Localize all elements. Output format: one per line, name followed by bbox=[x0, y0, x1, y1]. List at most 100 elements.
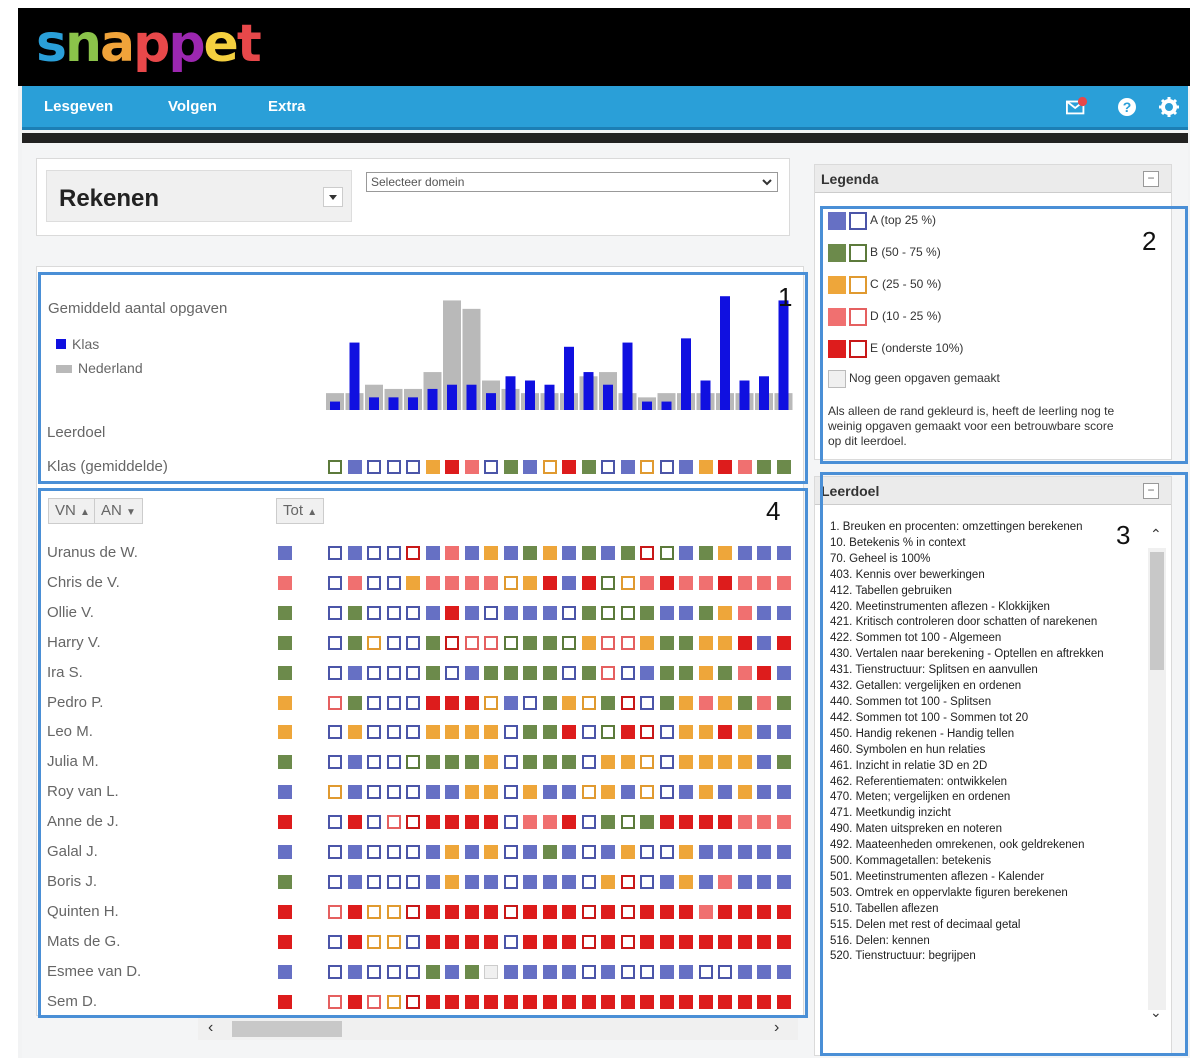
score-cell-outline-A[interactable] bbox=[386, 874, 401, 889]
score-cell-D[interactable] bbox=[347, 575, 362, 590]
score-cell-outline-A[interactable] bbox=[367, 845, 381, 859]
score-cell-A[interactable] bbox=[737, 964, 752, 979]
score-cell-outline-D[interactable] bbox=[328, 904, 342, 919]
score-cell-C[interactable] bbox=[698, 755, 713, 770]
score-cell-B[interactable] bbox=[659, 665, 674, 680]
score-cell-outline-C[interactable] bbox=[620, 575, 635, 590]
score-cell-outline-D[interactable] bbox=[484, 635, 498, 650]
goal-item[interactable]: 450. Handig rekenen - Handig tellen bbox=[830, 727, 1142, 743]
score-cell-A[interactable] bbox=[425, 546, 440, 560]
score-cell-E[interactable] bbox=[659, 815, 674, 830]
minimize-icon[interactable]: − bbox=[1143, 171, 1159, 187]
goal-item[interactable]: 471. Meetkundig inzicht bbox=[830, 806, 1142, 822]
score-cell-outline-A[interactable] bbox=[406, 934, 420, 949]
score-cell-E[interactable] bbox=[542, 904, 557, 919]
score-cell-outline-A[interactable] bbox=[581, 874, 596, 889]
score-cell-A[interactable] bbox=[757, 755, 771, 770]
goal-item[interactable]: 520. Tienstructuur: begrijpen bbox=[830, 949, 1142, 965]
goal-item[interactable]: 515. Delen met rest of decimaal getal bbox=[830, 918, 1142, 934]
score-cell-E[interactable] bbox=[464, 934, 479, 949]
score-cell-A[interactable] bbox=[347, 665, 362, 680]
score-cell-B[interactable] bbox=[523, 546, 537, 560]
score-cell-D[interactable] bbox=[737, 605, 752, 620]
score-cell-outline-A[interactable] bbox=[367, 874, 381, 889]
student-name[interactable]: Chris de V. bbox=[47, 574, 120, 591]
score-cell-E[interactable] bbox=[523, 934, 537, 949]
score-cell-outline-A[interactable] bbox=[581, 755, 596, 770]
score-cell-outline-A[interactable] bbox=[328, 755, 342, 770]
score-cell-outline-B[interactable] bbox=[503, 635, 518, 650]
score-cell-outline-D[interactable] bbox=[367, 994, 381, 1009]
goal-item[interactable]: 70. Geheel is 100% bbox=[830, 552, 1142, 568]
score-cell-E[interactable] bbox=[757, 994, 771, 1009]
score-cell-C[interactable] bbox=[679, 755, 693, 770]
horizontal-scroll-thumb[interactable] bbox=[232, 1021, 342, 1037]
score-cell-outline-E[interactable] bbox=[406, 994, 420, 1009]
score-cell-A[interactable] bbox=[757, 725, 771, 740]
score-cell-outline-A[interactable] bbox=[640, 964, 654, 979]
score-cell-D[interactable] bbox=[757, 695, 771, 710]
score-cell-B[interactable] bbox=[620, 546, 635, 560]
goal-item[interactable]: 412. Tabellen gebruiken bbox=[830, 584, 1142, 600]
score-cell-C[interactable] bbox=[523, 785, 537, 800]
student-name[interactable]: Esmee van D. bbox=[47, 963, 141, 980]
student-name[interactable]: Leo M. bbox=[47, 723, 93, 740]
goal-item[interactable]: 420. Meetinstrumenten aflezen - Klokkijk… bbox=[830, 600, 1142, 616]
score-cell-outline-B[interactable] bbox=[601, 575, 615, 590]
scroll-down-icon[interactable]: ⌄ bbox=[1150, 1004, 1162, 1021]
student-name[interactable]: Uranus de W. bbox=[47, 544, 138, 561]
score-cell-E[interactable] bbox=[484, 815, 498, 830]
student-total-C[interactable] bbox=[278, 695, 292, 710]
sort-tot-button[interactable]: Tot ▲ bbox=[276, 498, 325, 524]
score-cell-E[interactable] bbox=[679, 904, 693, 919]
score-cell-A[interactable] bbox=[464, 874, 479, 889]
score-cell-E[interactable] bbox=[698, 934, 713, 949]
score-cell-A[interactable] bbox=[445, 785, 459, 800]
score-cell-B[interactable] bbox=[542, 695, 557, 710]
score-cell-A[interactable] bbox=[776, 964, 791, 979]
score-cell-B[interactable] bbox=[601, 695, 615, 710]
score-cell-B[interactable] bbox=[425, 665, 440, 680]
score-cell-A[interactable] bbox=[640, 665, 654, 680]
score-cell-E[interactable] bbox=[757, 904, 771, 919]
score-cell-outline-C[interactable] bbox=[386, 994, 401, 1009]
score-cell-outline-D[interactable] bbox=[328, 695, 342, 710]
score-cell-outline-A[interactable] bbox=[386, 785, 401, 800]
score-cell-E[interactable] bbox=[562, 725, 576, 740]
score-cell-E[interactable] bbox=[659, 575, 674, 590]
score-cell-B[interactable] bbox=[347, 635, 362, 650]
student-total-B[interactable] bbox=[278, 874, 292, 889]
score-cell-D[interactable] bbox=[445, 575, 459, 590]
score-cell-outline-A[interactable] bbox=[328, 605, 342, 620]
score-cell-E[interactable] bbox=[601, 994, 615, 1009]
score-cell-E[interactable] bbox=[776, 904, 791, 919]
student-total-B[interactable] bbox=[278, 665, 292, 680]
score-cell-A[interactable] bbox=[347, 845, 362, 859]
score-cell-A[interactable] bbox=[757, 874, 771, 889]
score-cell-C[interactable] bbox=[718, 635, 732, 650]
score-cell-outline-E[interactable] bbox=[620, 904, 635, 919]
score-cell-A[interactable] bbox=[425, 845, 440, 859]
score-cell-C[interactable] bbox=[698, 635, 713, 650]
score-cell-C[interactable] bbox=[425, 725, 440, 740]
score-cell-D[interactable] bbox=[698, 695, 713, 710]
goal-item[interactable]: 440. Sommen tot 100 - Splitsen bbox=[830, 695, 1142, 711]
score-cell-outline-A[interactable] bbox=[406, 695, 420, 710]
score-cell-C[interactable] bbox=[601, 755, 615, 770]
score-cell-C[interactable] bbox=[523, 575, 537, 590]
scroll-right-icon[interactable]: › bbox=[774, 1019, 779, 1037]
score-cell-B[interactable] bbox=[542, 665, 557, 680]
score-cell-A[interactable] bbox=[757, 785, 771, 800]
score-cell-E[interactable] bbox=[425, 994, 440, 1009]
score-cell-outline-A[interactable] bbox=[328, 546, 342, 560]
student-total-A[interactable] bbox=[278, 546, 292, 560]
score-cell-B[interactable] bbox=[542, 635, 557, 650]
score-cell-D[interactable] bbox=[757, 815, 771, 830]
score-cell-A[interactable] bbox=[347, 964, 362, 979]
score-cell-outline-C[interactable] bbox=[328, 785, 342, 800]
student-name[interactable]: Boris J. bbox=[47, 873, 97, 890]
student-name[interactable]: Julia M. bbox=[47, 753, 99, 770]
score-cell-B[interactable] bbox=[581, 546, 596, 560]
score-cell-outline-A[interactable] bbox=[386, 546, 401, 560]
score-cell-E[interactable] bbox=[718, 815, 732, 830]
